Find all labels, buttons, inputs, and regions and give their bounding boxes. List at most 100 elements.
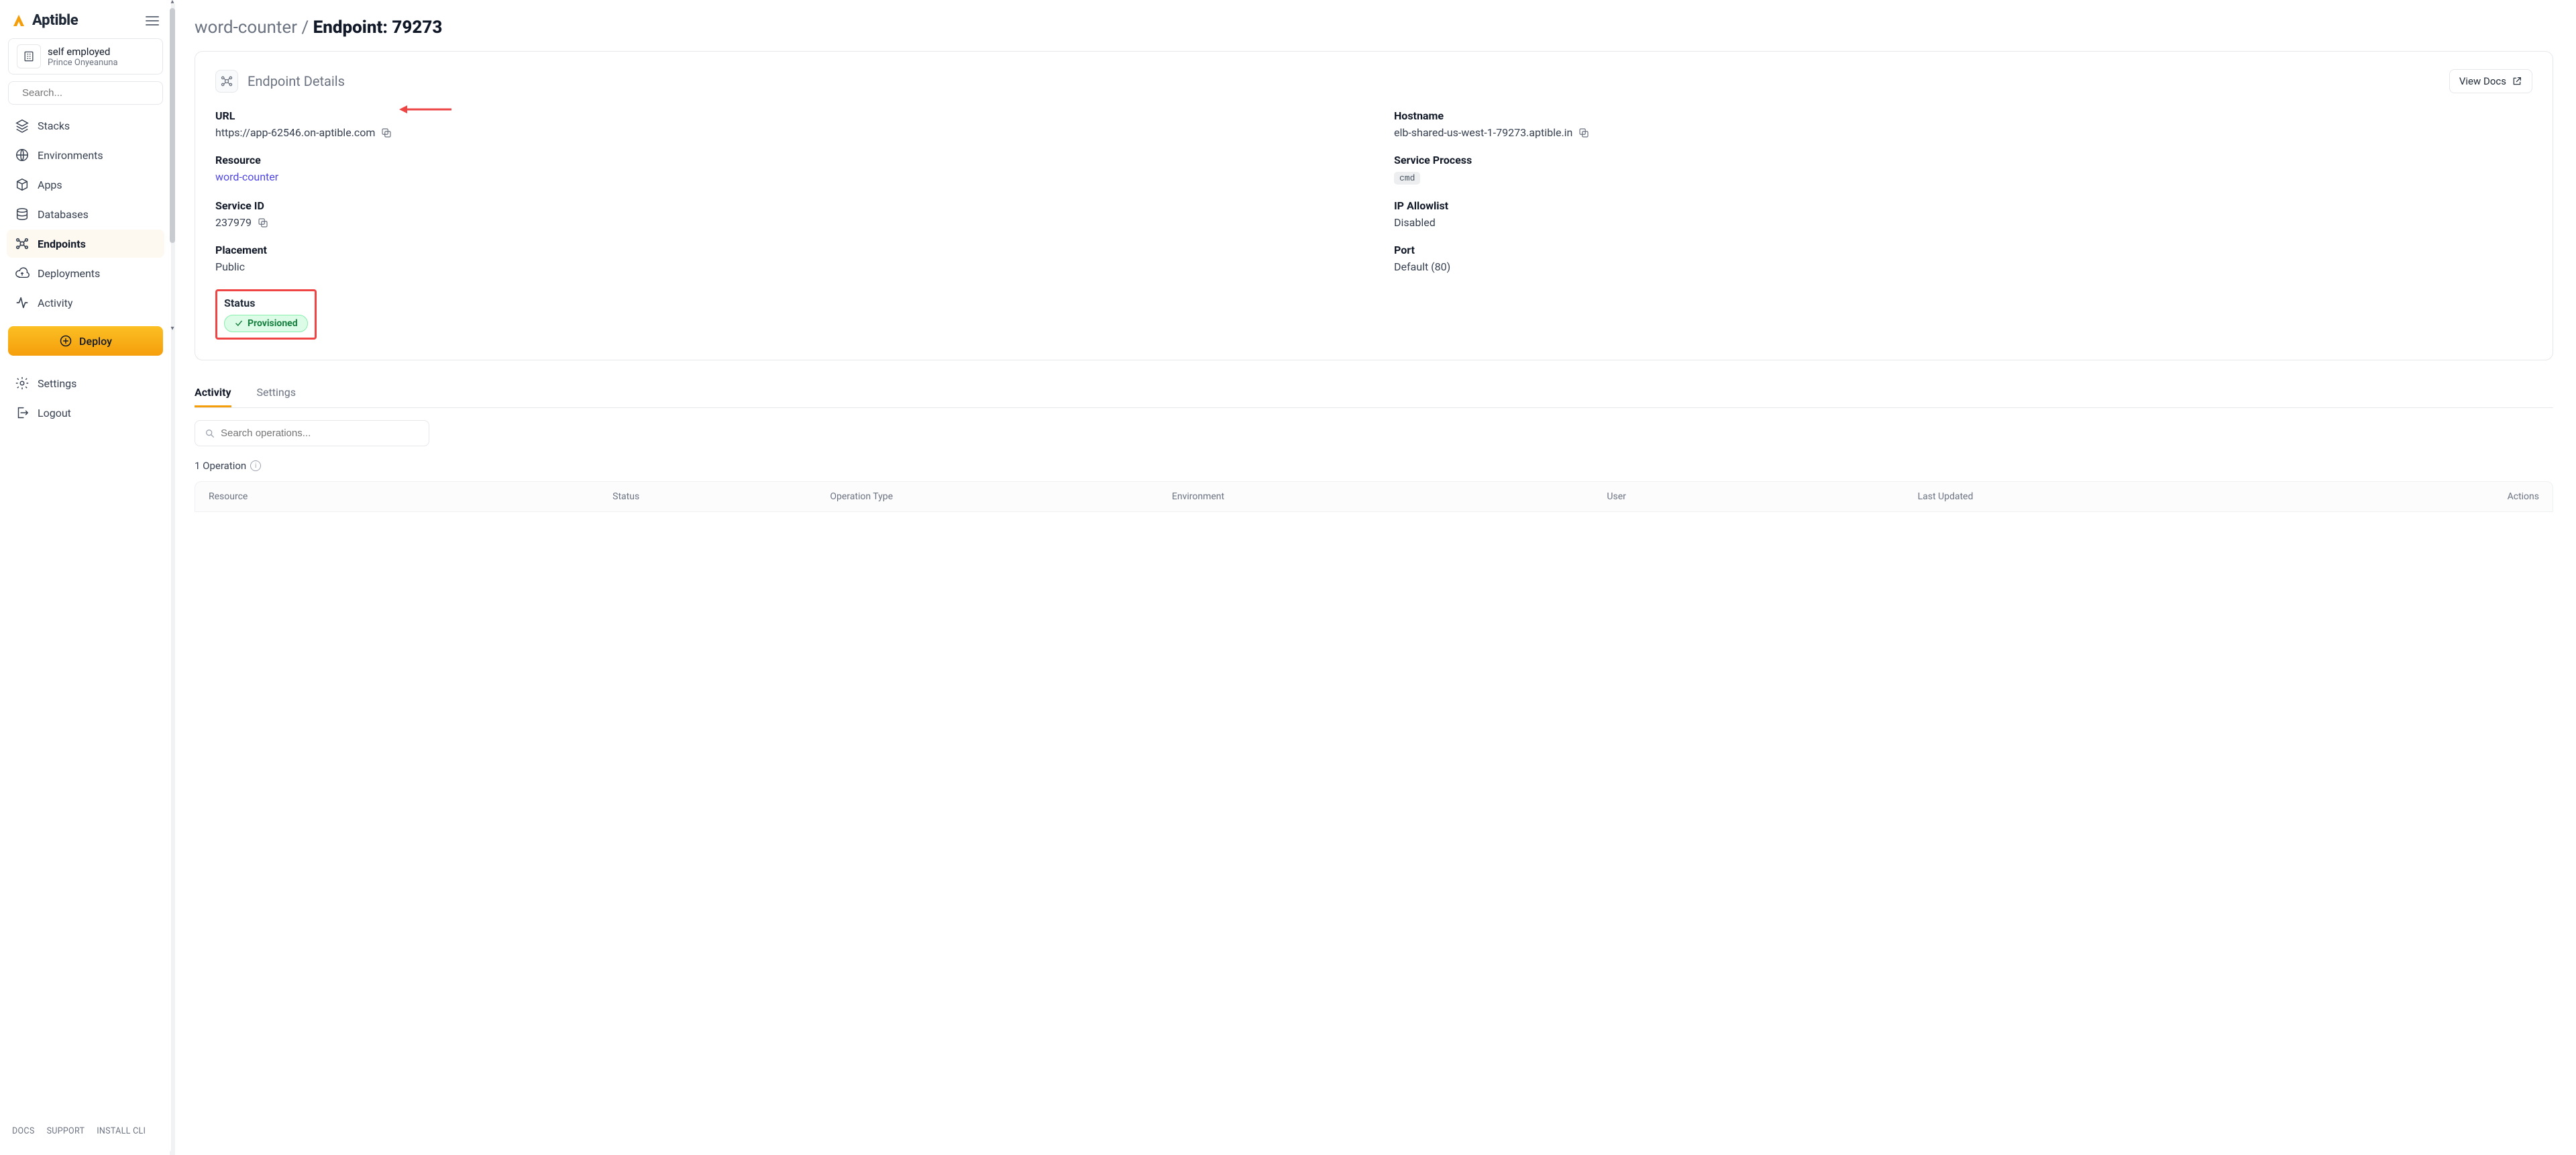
sidebar-scrollbar[interactable] <box>168 4 176 1155</box>
copy-icon[interactable] <box>257 217 269 229</box>
sidebar-item-deployments[interactable]: Deployments <box>7 259 164 287</box>
scroll-up-icon[interactable]: ▴ <box>169 0 176 5</box>
field-label: URL <box>215 109 1354 122</box>
copy-icon[interactable] <box>380 127 392 139</box>
footer-links: DOCS SUPPORT INSTALL CLI <box>7 1118 164 1144</box>
cube-icon <box>15 177 30 192</box>
field-resource: Resource word-counter <box>215 154 1354 185</box>
field-label: IP Allowlist <box>1394 199 2532 212</box>
th-last-updated: Last Updated <box>1918 491 2291 502</box>
field-value: Public <box>215 260 245 273</box>
sidebar-item-label: Logout <box>38 407 71 419</box>
tab-settings[interactable]: Settings <box>257 379 296 407</box>
sidebar-item-label: Apps <box>38 179 62 191</box>
aptible-logo-icon <box>11 13 27 29</box>
field-value: Disabled <box>1394 216 1436 229</box>
footer-link-docs[interactable]: DOCS <box>12 1126 35 1136</box>
search-icon <box>205 428 215 439</box>
field-url: URL https://app-62546.on-aptible.com <box>215 109 1354 139</box>
field-label: Service Process <box>1394 154 2532 166</box>
footer-link-install-cli[interactable]: INSTALL CLI <box>97 1126 146 1136</box>
th-resource: Resource <box>209 491 612 502</box>
deploy-button[interactable]: Deploy <box>8 326 163 356</box>
sidebar-item-apps[interactable]: Apps <box>7 170 164 199</box>
field-value: https://app-62546.on-aptible.com <box>215 126 375 139</box>
sidebar-item-settings[interactable]: Settings <box>7 369 164 397</box>
sidebar-item-label: Endpoints <box>38 238 86 250</box>
org-user: Prince Onyeanuna <box>48 58 118 68</box>
logout-icon <box>15 405 30 420</box>
main-content: word-counter / Endpoint: 79273 Endpoint … <box>172 0 2576 1151</box>
deploy-button-label: Deploy <box>79 335 112 348</box>
footer-link-support[interactable]: SUPPORT <box>47 1126 85 1136</box>
primary-nav: Stacks Environments Apps Databases Endpo… <box>7 111 164 317</box>
th-status: Status <box>612 491 830 502</box>
sidebar-item-databases[interactable]: Databases <box>7 200 164 228</box>
field-port: Port Default (80) <box>1394 244 2532 273</box>
sidebar-search-input[interactable] <box>22 87 156 99</box>
endpoint-details-panel: Endpoint Details View Docs URL https://a… <box>195 51 2553 360</box>
gear-icon <box>15 376 30 391</box>
copy-icon[interactable] <box>1578 127 1590 139</box>
status-text: Provisioned <box>248 318 298 329</box>
sidebar-item-label: Stacks <box>38 119 70 132</box>
breadcrumb-sep: / <box>301 17 309 38</box>
sidebar: ▴ ▾ Aptible self employed Prince Onyeanu… <box>0 0 172 1151</box>
field-value: elb-shared-us-west-1-79273.aptible.in <box>1394 126 1572 139</box>
globe-icon <box>15 148 30 162</box>
view-docs-label: View Docs <box>2459 75 2506 87</box>
field-label: Status <box>224 297 308 309</box>
operations-search-input[interactable] <box>221 428 419 439</box>
stacks-icon <box>15 118 30 133</box>
sidebar-item-label: Activity <box>38 297 72 309</box>
sidebar-item-stacks[interactable]: Stacks <box>7 111 164 140</box>
sidebar-item-environments[interactable]: Environments <box>7 141 164 169</box>
tab-activity[interactable]: Activity <box>195 379 231 407</box>
th-actions: Actions <box>2290 491 2539 502</box>
breadcrumb-app[interactable]: word-counter <box>195 17 297 38</box>
sidebar-item-endpoints[interactable]: Endpoints <box>7 230 164 258</box>
brand[interactable]: Aptible <box>11 12 78 29</box>
sidebar-item-activity[interactable]: Activity <box>7 289 164 317</box>
scroll-down-icon[interactable]: ▾ <box>169 325 176 332</box>
operations-search[interactable] <box>195 420 429 446</box>
org-switcher[interactable]: self employed Prince Onyeanuna <box>8 38 163 74</box>
status-badge: Provisioned <box>224 315 308 332</box>
annotation-arrow <box>398 103 451 116</box>
view-docs-button[interactable]: View Docs <box>2449 69 2532 93</box>
hamburger-icon[interactable] <box>144 13 160 29</box>
field-label: Placement <box>215 244 1354 256</box>
sidebar-item-label: Environments <box>38 149 103 162</box>
sidebar-item-label: Settings <box>38 377 76 390</box>
tabs: Activity Settings <box>195 379 2553 408</box>
breadcrumb-page-label: Endpoint: <box>313 17 388 38</box>
field-label: Hostname <box>1394 109 2532 122</box>
field-hostname: Hostname elb-shared-us-west-1-79273.apti… <box>1394 109 2532 139</box>
status-highlight-box: Status Provisioned <box>215 289 317 340</box>
sidebar-item-logout[interactable]: Logout <box>7 399 164 427</box>
info-icon[interactable]: i <box>250 460 261 471</box>
field-ip-allowlist: IP Allowlist Disabled <box>1394 199 2532 229</box>
breadcrumb-id: 79273 <box>392 17 442 38</box>
cloud-up-icon <box>15 266 30 281</box>
field-label: Port <box>1394 244 2532 256</box>
field-service-process: Service Process cmd <box>1394 154 2532 185</box>
building-icon <box>17 44 41 68</box>
check-icon <box>234 319 244 328</box>
endpoint-icon <box>15 236 30 251</box>
panel-title: Endpoint Details <box>248 73 345 89</box>
resource-link[interactable]: word-counter <box>215 170 278 183</box>
sidebar-item-label: Databases <box>38 208 89 221</box>
brand-text: Aptible <box>32 12 78 29</box>
field-value: Default (80) <box>1394 260 1450 273</box>
operation-count: 1 Operation i <box>195 460 2553 472</box>
breadcrumb: word-counter / Endpoint: 79273 <box>195 17 2553 38</box>
activity-icon <box>15 295 30 310</box>
sidebar-search[interactable] <box>8 81 163 105</box>
th-environment: Environment <box>1172 491 1607 502</box>
database-icon <box>15 207 30 221</box>
table-header: Resource Status Operation Type Environme… <box>195 481 2553 512</box>
plus-circle-icon <box>59 334 72 348</box>
field-placement: Placement Public <box>215 244 1354 273</box>
endpoint-panel-icon <box>215 70 238 93</box>
